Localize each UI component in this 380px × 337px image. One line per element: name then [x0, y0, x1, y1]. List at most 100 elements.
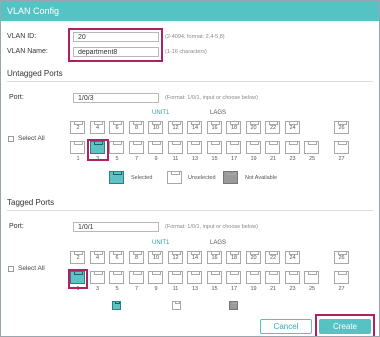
tagged-port-17[interactable]	[226, 271, 241, 284]
vlan-id-hint: (2-4094, format: 2,4-5,8)	[165, 34, 225, 40]
tagged-port-11[interactable]	[167, 271, 183, 284]
tagged-port-input[interactable]	[73, 222, 159, 232]
tagged-port-14-label: 14	[191, 255, 199, 261]
legend-selected-label: Selected	[131, 175, 153, 181]
tagged-port-25[interactable]	[304, 271, 319, 284]
tagged-port-27-label: 27	[338, 286, 345, 292]
tagged-port-7-label: 7	[134, 286, 139, 292]
untagged-port-4-label: 4	[95, 125, 100, 131]
tagged-port-3-label: 3	[95, 286, 100, 292]
untagged-port-15-label: 15	[211, 156, 218, 162]
tagged-port-21[interactable]	[265, 271, 280, 284]
vlan-name-label: VLAN Name:	[7, 48, 48, 55]
untagged-port-26-label: 26	[338, 125, 345, 131]
untagged-port-10-label: 10	[152, 125, 160, 131]
tagged-port-7[interactable]	[128, 271, 144, 284]
tagged-port-24-label: 24	[289, 255, 296, 261]
legend-selected-swatch	[109, 171, 124, 184]
untagged-select-all[interactable]: Select All	[8, 135, 45, 142]
tagged-port-27[interactable]	[333, 271, 349, 284]
tagged-separator	[7, 210, 373, 211]
untagged-port-17-label: 17	[230, 156, 238, 162]
untagged-lag-head: LAGS	[210, 110, 227, 116]
tagged-port-3[interactable]	[89, 271, 105, 284]
untagged-port-5[interactable]	[109, 141, 124, 154]
untagged-port-23[interactable]	[284, 141, 300, 154]
untagged-port-24-label: 24	[289, 125, 296, 131]
untagged-port-1[interactable]	[70, 141, 85, 154]
untagged-port-19-label: 19	[250, 156, 257, 162]
tagged-port-17-label: 17	[230, 286, 238, 292]
tagged-legend-selected-swatch	[112, 301, 121, 310]
untagged-port-hint: (Format: 1/0/1, input or choose below)	[165, 95, 258, 101]
untagged-port-1-label: 1	[76, 156, 80, 162]
tagged-port-12-label: 12	[172, 255, 179, 261]
tagged-port-20-label: 20	[250, 255, 257, 261]
untagged-unit-head: UNIT1	[152, 110, 170, 116]
vlan-config-dialog: VLAN Config VLAN ID: (2-4094, format: 2,…	[0, 0, 380, 337]
untagged-port-12-label: 12	[172, 125, 179, 131]
untagged-port-9-label: 9	[154, 156, 158, 162]
legend-unavailable-swatch	[223, 171, 238, 184]
cancel-button[interactable]: Cancel	[260, 319, 312, 334]
tagged-port-9-label: 9	[154, 286, 158, 292]
legend-unselected-label: Unselected	[188, 175, 216, 181]
untagged-port-7-label: 7	[134, 156, 139, 162]
create-button-highlight	[315, 314, 375, 336]
tagged-port-8-label: 8	[134, 255, 139, 261]
untagged-ports-title: Untagged Ports	[7, 69, 63, 78]
tagged-port-16-label: 16	[211, 255, 218, 261]
tagged-port-hint: (Format: 1/0/1, input or choose below)	[165, 224, 258, 230]
untagged-port-11-label: 11	[172, 156, 179, 162]
untagged-port-6-label: 6	[115, 125, 119, 131]
untagged-port-22-label: 22	[269, 125, 277, 131]
untagged-port-input[interactable]	[73, 93, 159, 103]
untagged-port-13-label: 13	[191, 156, 199, 162]
untagged-port-16-label: 16	[211, 125, 218, 131]
untagged-port-15[interactable]	[206, 141, 222, 154]
untagged-port-13[interactable]	[187, 141, 202, 154]
untagged-port-25[interactable]	[304, 141, 319, 154]
tagged-port-9[interactable]	[148, 271, 163, 284]
tagged-port-15-label: 15	[211, 286, 218, 292]
untagged-port-7[interactable]	[128, 141, 144, 154]
tagged-port-6-label: 6	[115, 255, 119, 261]
untagged-port-9[interactable]	[148, 141, 163, 154]
tagged-selection-highlight	[68, 269, 88, 289]
untagged-port-8-label: 8	[134, 125, 139, 131]
untagged-port-11[interactable]	[167, 141, 183, 154]
untagged-port-18-label: 18	[230, 125, 238, 131]
tagged-select-all[interactable]: Select All	[8, 265, 45, 272]
untagged-port-5-label: 5	[115, 156, 119, 162]
dialog-title: VLAN Config	[1, 1, 379, 21]
tagged-port-15[interactable]	[206, 271, 222, 284]
tagged-port-5-label: 5	[115, 286, 119, 292]
untagged-separator	[7, 81, 373, 82]
tagged-port-23[interactable]	[284, 271, 300, 284]
untagged-port-14-label: 14	[191, 125, 199, 131]
untagged-select-all-checkbox[interactable]	[8, 135, 14, 142]
untagged-port-21[interactable]	[265, 141, 280, 154]
untagged-port-25-label: 25	[308, 156, 316, 162]
untagged-selection-highlight	[87, 139, 109, 161]
untagged-port-19[interactable]	[245, 141, 261, 154]
tagged-select-all-checkbox[interactable]	[8, 265, 14, 272]
legend-unselected-swatch	[167, 171, 182, 184]
tagged-port-13[interactable]	[187, 271, 202, 284]
vlan-name-hint: (1-16 characters)	[165, 49, 207, 55]
tagged-ports-title: Tagged Ports	[7, 198, 55, 207]
tagged-port-26-label: 26	[338, 255, 345, 261]
tagged-port-11-label: 11	[172, 286, 179, 292]
vlan-fields-highlight	[68, 28, 163, 62]
tagged-port-label: Port:	[9, 223, 24, 230]
tagged-port-19-label: 19	[250, 286, 257, 292]
tagged-port-5[interactable]	[109, 271, 124, 284]
tagged-port-2-label: 2	[76, 255, 80, 261]
untagged-select-all-label: Select All	[18, 135, 45, 142]
legend-unavailable-label: Not Available	[245, 175, 278, 181]
vlan-id-label: VLAN ID:	[7, 33, 37, 40]
untagged-port-17[interactable]	[226, 141, 241, 154]
untagged-port-21-label: 21	[269, 156, 277, 162]
tagged-port-19[interactable]	[245, 271, 261, 284]
untagged-port-27[interactable]	[333, 141, 349, 154]
